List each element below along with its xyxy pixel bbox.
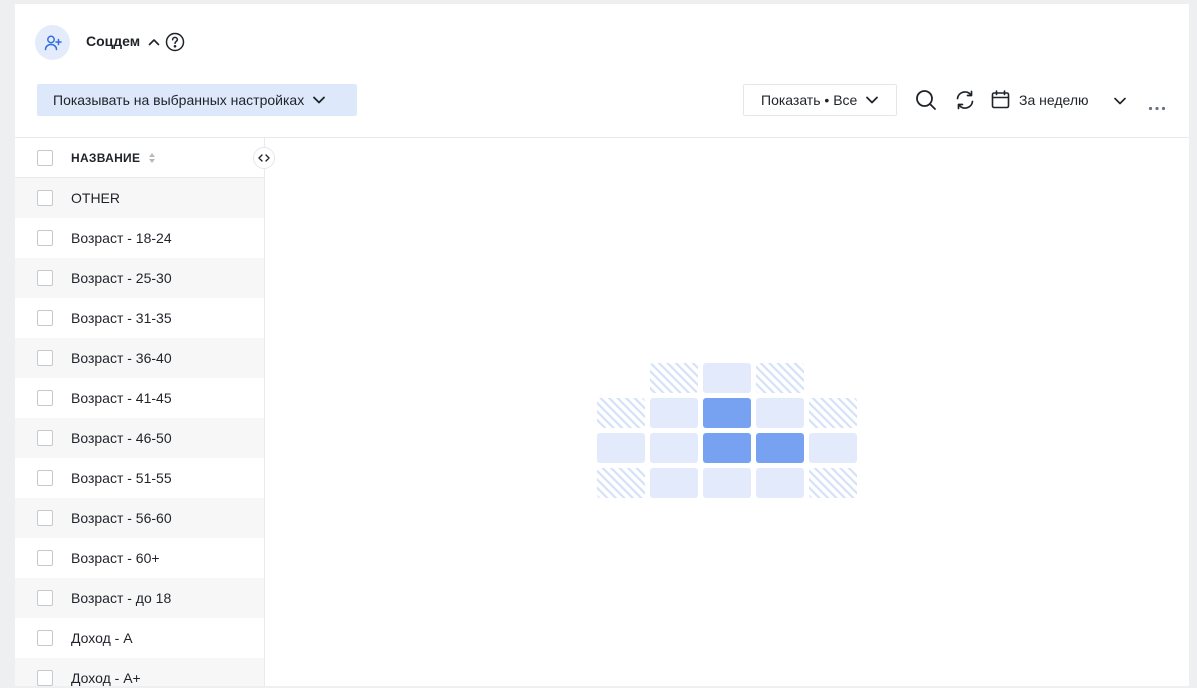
calendar-icon[interactable] <box>991 90 1010 114</box>
refresh-icon[interactable] <box>954 89 976 116</box>
row-label: Возраст - 31-35 <box>71 310 172 326</box>
table-header: НАЗВАНИЕ <box>15 138 264 178</box>
show-filter-dropdown[interactable]: Показать • Все <box>743 84 897 116</box>
table-body: OTHER Возраст - 18-24 Возраст - 25-30 Возра… <box>15 178 264 686</box>
select-all-checkbox[interactable] <box>37 149 53 166</box>
table-row[interactable]: OTHER <box>15 178 264 218</box>
period-label[interactable]: За неделю <box>1019 92 1089 108</box>
table-row[interactable]: Доход - А <box>15 618 264 658</box>
collapse-panel-button[interactable] <box>253 147 275 169</box>
chevron-down-icon[interactable] <box>1113 94 1127 113</box>
more-horizontal-icon[interactable] <box>1148 98 1166 116</box>
column-header-name[interactable]: НАЗВАНИЕ <box>71 151 140 165</box>
main-panel: Соцдем Показывать на выбранных настройка… <box>15 4 1189 686</box>
row-label: Возраст - 18-24 <box>71 230 172 246</box>
chevron-down-icon <box>866 96 879 104</box>
table-row[interactable]: Возраст - 31-35 <box>15 298 264 338</box>
page-title: Соцдем <box>86 33 141 49</box>
row-label: Возраст - 60+ <box>71 550 160 566</box>
row-checkbox[interactable] <box>37 230 53 246</box>
show-filter-label: Показать • Все <box>761 92 858 108</box>
row-label: Доход - А <box>71 630 133 646</box>
row-label: Возраст - до 18 <box>71 590 172 606</box>
question-circle-icon[interactable] <box>165 32 185 57</box>
row-label: Возраст - 51-55 <box>71 470 172 486</box>
row-checkbox[interactable] <box>37 590 53 606</box>
column-divider <box>264 138 265 686</box>
row-label: Возраст - 46-50 <box>71 430 172 446</box>
row-checkbox[interactable] <box>37 550 53 566</box>
row-checkbox[interactable] <box>37 470 53 486</box>
table-row[interactable]: Возраст - 60+ <box>15 538 264 578</box>
row-checkbox[interactable] <box>37 310 53 326</box>
user-plus-icon <box>35 25 70 60</box>
row-label: Возраст - 25-30 <box>71 270 172 286</box>
row-checkbox[interactable] <box>37 510 53 526</box>
row-label: Возраст - 56-60 <box>71 510 172 526</box>
segments-table: НАЗВАНИЕ OTHER Возраст - 18-24 Возраст - 2… <box>15 138 264 686</box>
table-row[interactable]: Возраст - до 18 <box>15 578 264 618</box>
table-row[interactable]: Доход - А+ <box>15 658 264 686</box>
row-label: Доход - А+ <box>71 670 141 686</box>
empty-state-illustration <box>597 362 859 505</box>
code-arrows-icon <box>258 154 270 162</box>
row-label: OTHER <box>71 190 120 206</box>
table-row[interactable]: Возраст - 56-60 <box>15 498 264 538</box>
row-checkbox[interactable] <box>37 630 53 646</box>
row-checkbox[interactable] <box>37 270 53 286</box>
sort-icon[interactable] <box>148 152 156 164</box>
table-row[interactable]: Возраст - 25-30 <box>15 258 264 298</box>
table-row[interactable]: Возраст - 46-50 <box>15 418 264 458</box>
chevron-down-icon <box>313 96 326 104</box>
row-checkbox[interactable] <box>37 430 53 446</box>
table-row[interactable]: Возраст - 41-45 <box>15 378 264 418</box>
row-checkbox[interactable] <box>37 390 53 406</box>
chevron-up-icon[interactable] <box>147 35 161 54</box>
table-row[interactable]: Возраст - 18-24 <box>15 218 264 258</box>
row-checkbox[interactable] <box>37 350 53 366</box>
table-row[interactable]: Возраст - 36-40 <box>15 338 264 378</box>
table-row[interactable]: Возраст - 51-55 <box>15 458 264 498</box>
row-label: Возраст - 41-45 <box>71 390 172 406</box>
search-icon[interactable] <box>915 89 937 116</box>
settings-filter-button[interactable]: Показывать на выбранных настройках <box>37 84 357 116</box>
row-checkbox[interactable] <box>37 190 53 206</box>
row-label: Возраст - 36-40 <box>71 350 172 366</box>
settings-filter-label: Показывать на выбранных настройках <box>53 92 305 108</box>
row-checkbox[interactable] <box>37 670 53 686</box>
